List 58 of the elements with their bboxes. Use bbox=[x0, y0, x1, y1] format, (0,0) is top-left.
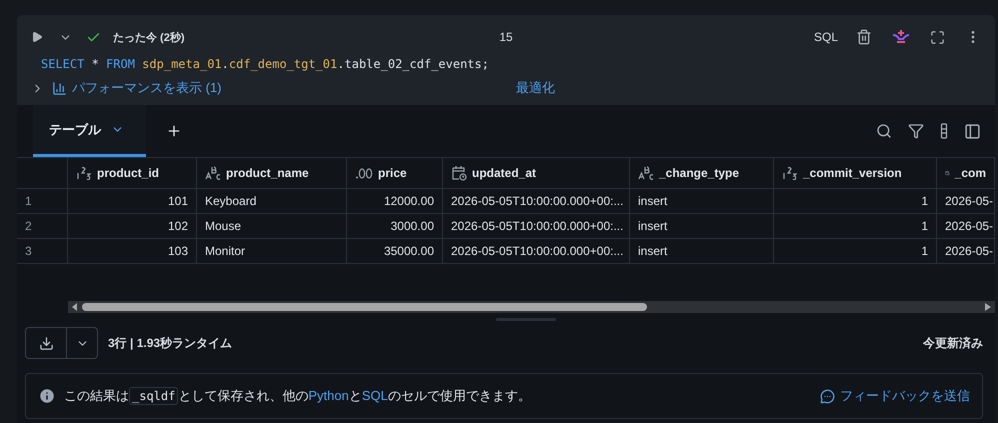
bar-chart-icon bbox=[52, 80, 67, 96]
table-cell: Keyboard bbox=[197, 189, 347, 214]
table-cell: insert bbox=[630, 189, 774, 214]
table-cell: Monitor bbox=[197, 239, 347, 264]
feedback-link[interactable]: フィードバックを送信 bbox=[820, 387, 970, 405]
info-icon bbox=[38, 387, 56, 405]
integer-type-icon bbox=[76, 166, 92, 180]
table-cell: 2026-05- bbox=[937, 239, 995, 264]
run-time: たった今 (2秒) bbox=[113, 30, 184, 44]
row-number: 2 bbox=[17, 214, 68, 239]
table-cell: 2026-05- bbox=[937, 189, 995, 214]
table-cell: insert bbox=[630, 239, 774, 264]
table-cell: 3000.00 bbox=[347, 214, 443, 239]
table-cell: 103 bbox=[68, 239, 197, 264]
table-cell: 2026-05- bbox=[937, 214, 995, 239]
table-cell: 1 bbox=[774, 214, 937, 239]
column-header[interactable]: product_id bbox=[68, 158, 197, 189]
scroll-left-icon[interactable] bbox=[72, 303, 78, 311]
sql-code: SELECT * FROM sdp_meta_01.cdf_demo_tgt_01.table_02_cdf_events; bbox=[40, 56, 490, 73]
table-cell: insert bbox=[630, 214, 774, 239]
inline-link[interactable]: Python bbox=[308, 388, 349, 403]
column-header[interactable]: price bbox=[347, 158, 443, 189]
decimal-type-icon bbox=[355, 166, 373, 180]
horizontal-scrollbar[interactable] bbox=[68, 301, 995, 313]
download-button-group[interactable] bbox=[25, 327, 98, 359]
column-header[interactable]: _change_type bbox=[630, 158, 774, 189]
table-cell: 12000.00 bbox=[347, 189, 443, 214]
language-label[interactable]: SQL bbox=[814, 30, 838, 44]
result-tab[interactable]: テーブル bbox=[33, 105, 146, 157]
column-header[interactable]: product_name bbox=[197, 158, 347, 189]
table-cell: 1 bbox=[774, 239, 937, 264]
column-header[interactable]: updated_at bbox=[443, 158, 630, 189]
optimize-link[interactable]: 最適化 bbox=[516, 79, 555, 97]
string-type-icon bbox=[638, 166, 654, 180]
calendar-clock-icon bbox=[451, 165, 467, 181]
table-cell: Mouse bbox=[197, 214, 347, 239]
table-cell: 2026-05-05T10:00:00.000+00:... bbox=[443, 189, 630, 214]
column-header[interactable]: _commit_version bbox=[774, 158, 937, 189]
table-cell: 1 bbox=[774, 189, 937, 214]
column-header[interactable]: _com bbox=[937, 158, 995, 189]
info-message: この結果は _sqldf として保存され、他のPython と SQLのセルで使用できます。 bbox=[64, 387, 532, 405]
performance-link[interactable]: パフォーマンスを表示 (1) bbox=[52, 79, 222, 97]
integer-type-icon bbox=[782, 166, 798, 180]
table-cell: 101 bbox=[68, 189, 197, 214]
row-number: 1 bbox=[17, 189, 68, 214]
string-type-icon bbox=[205, 166, 221, 180]
table-cell: 102 bbox=[68, 214, 197, 239]
result-summary: 3行 | 1.93秒ランタイム bbox=[108, 334, 234, 352]
column-settings-icon[interactable] bbox=[938, 121, 950, 141]
cell-number: 15 bbox=[499, 30, 513, 44]
chat-bubble-icon bbox=[820, 388, 835, 404]
inline-link[interactable]: SQL bbox=[362, 388, 388, 403]
table-cell: 2026-05-05T10:00:00.000+00:... bbox=[443, 214, 630, 239]
table-cell: 35000.00 bbox=[347, 239, 443, 264]
scroll-right-icon[interactable] bbox=[985, 303, 991, 311]
row-number: 3 bbox=[17, 239, 68, 264]
refresh-status: 今更新済み bbox=[923, 334, 983, 352]
table-cell: 2026-05-05T10:00:00.000+00:... bbox=[443, 239, 630, 264]
